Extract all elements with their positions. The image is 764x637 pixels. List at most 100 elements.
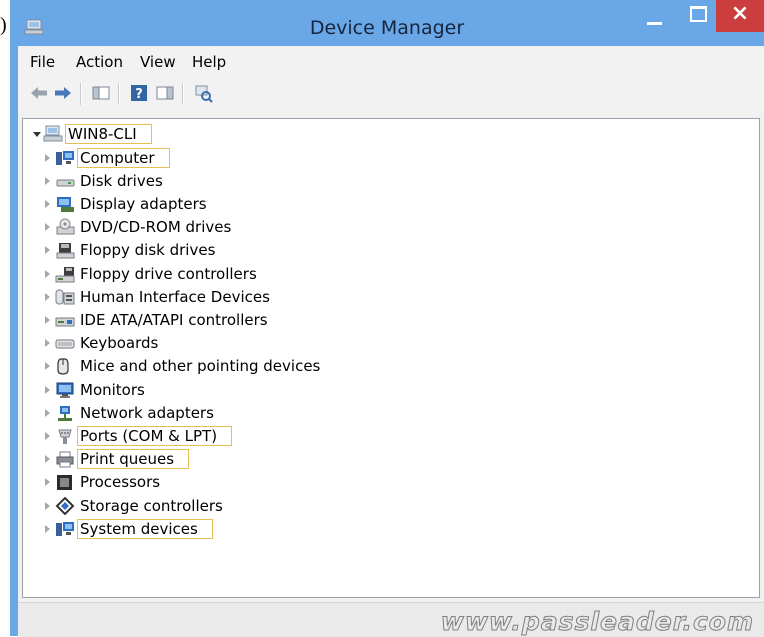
tree-item-label: Storage controllers xyxy=(80,496,223,515)
menu-help[interactable]: Help xyxy=(192,53,226,71)
tree-root-label: WIN8-CLI xyxy=(65,124,152,144)
storage-controller-icon xyxy=(55,496,75,515)
port-icon xyxy=(55,427,75,445)
printer-icon xyxy=(55,450,75,468)
tree-item-label: Disk drives xyxy=(80,171,163,190)
watermark: www.passleader.com xyxy=(440,607,754,637)
toolbar-separator xyxy=(80,83,82,105)
back-arrow-icon[interactable] xyxy=(28,82,50,104)
minimize-icon xyxy=(647,22,662,25)
tree-item-label: Computer xyxy=(77,147,170,168)
system-devices-icon xyxy=(55,520,75,538)
tree-item[interactable]: DVD/CD-ROM drives xyxy=(45,216,375,238)
collapse-arrow-icon[interactable] xyxy=(33,132,41,137)
tree-item-label: Keyboards xyxy=(80,334,159,353)
expand-arrow-icon[interactable] xyxy=(45,292,50,301)
close-icon: × xyxy=(730,1,750,26)
tree-item[interactable]: Keyboards xyxy=(45,332,375,354)
expand-arrow-icon[interactable] xyxy=(45,524,50,533)
tree-item[interactable]: System devices xyxy=(45,518,375,540)
hid-icon xyxy=(55,288,75,306)
tree-item[interactable]: Floppy disk drives xyxy=(45,239,375,261)
menu-action[interactable]: Action xyxy=(76,53,123,71)
show-hide-console-tree-icon[interactable] xyxy=(90,82,112,104)
monitor-icon xyxy=(55,381,75,399)
tree-item-label: IDE ATA/ATAPI controllers xyxy=(80,310,268,329)
expand-arrow-icon[interactable] xyxy=(45,246,50,255)
tree-item[interactable]: Disk drives xyxy=(45,170,375,192)
tree-item-label: System devices xyxy=(77,518,213,539)
expand-arrow-icon[interactable] xyxy=(45,385,50,394)
tree-item-label: Network adapters xyxy=(80,403,214,422)
tree-root[interactable]: WIN8-CLI xyxy=(33,123,233,145)
ide-controller-icon xyxy=(55,311,75,329)
tree-item[interactable]: Display adapters xyxy=(45,193,375,215)
tree-item-label: Print queues xyxy=(77,449,190,470)
help-icon[interactable]: ? xyxy=(128,82,150,104)
maximize-button[interactable] xyxy=(682,0,714,32)
tree-item-label: Monitors xyxy=(80,380,145,399)
tree-item[interactable]: Floppy drive controllers xyxy=(45,263,375,285)
expand-arrow-icon[interactable] xyxy=(45,223,50,232)
disk-drive-icon xyxy=(55,172,75,190)
tree-item[interactable]: Processors xyxy=(45,471,375,493)
expand-arrow-icon[interactable] xyxy=(45,199,50,208)
device-manager-window: Device Manager × File Action View Help ? xyxy=(10,0,764,637)
tree-item[interactable]: Mice and other pointing devices xyxy=(45,355,375,377)
scan-hardware-changes-icon[interactable] xyxy=(192,82,214,104)
tree-item[interactable]: Network adapters xyxy=(45,402,375,424)
menu-file[interactable]: File xyxy=(30,53,55,71)
expand-arrow-icon[interactable] xyxy=(45,501,50,510)
expand-arrow-icon[interactable] xyxy=(45,176,50,185)
tree-item-label: Processors xyxy=(80,473,161,492)
expand-arrow-icon[interactable] xyxy=(45,315,50,324)
display-adapter-icon xyxy=(55,195,75,213)
tree-item[interactable]: Monitors xyxy=(45,379,375,401)
tree-item[interactable]: Storage controllers xyxy=(45,495,375,517)
forward-arrow-icon[interactable] xyxy=(52,82,74,104)
expand-arrow-icon[interactable] xyxy=(45,408,50,417)
tree-item[interactable]: IDE ATA/ATAPI controllers xyxy=(45,309,375,331)
tree-item-label: Display adapters xyxy=(80,194,207,213)
expand-arrow-icon[interactable] xyxy=(45,478,50,487)
show-hide-action-pane-icon[interactable] xyxy=(154,82,176,104)
dvd-drive-icon xyxy=(55,218,75,236)
floppy-controller-icon xyxy=(55,265,75,283)
menu-view[interactable]: View xyxy=(140,53,176,71)
client-area: File Action View Help ? WIN8-CLI Compute… xyxy=(18,46,764,637)
keyboard-icon xyxy=(55,334,75,352)
mouse-icon xyxy=(55,357,75,375)
menu-bar: File Action View Help xyxy=(18,46,764,76)
expand-arrow-icon[interactable] xyxy=(45,431,50,440)
tree-item[interactable]: Ports (COM & LPT) xyxy=(45,425,375,447)
toolbar: ? xyxy=(18,78,764,114)
tree-item[interactable]: Print queues xyxy=(45,448,375,470)
toolbar-separator xyxy=(182,83,184,105)
tree-item[interactable]: Human Interface Devices xyxy=(45,286,375,308)
expand-arrow-icon[interactable] xyxy=(45,153,50,162)
expand-arrow-icon[interactable] xyxy=(45,362,50,371)
computer-icon xyxy=(55,149,75,167)
computer-root-icon xyxy=(43,125,63,143)
processor-icon xyxy=(55,473,75,491)
minimize-button[interactable] xyxy=(630,0,680,32)
tree-item-label: Mice and other pointing devices xyxy=(80,357,321,376)
tree-item-label: Ports (COM & LPT) xyxy=(77,425,233,446)
tree-item-label: DVD/CD-ROM drives xyxy=(80,218,232,237)
toolbar-separator xyxy=(118,83,120,105)
network-adapter-icon xyxy=(55,404,75,422)
close-button[interactable]: × xyxy=(716,0,764,32)
tree-item-label: Floppy drive controllers xyxy=(80,264,257,283)
expand-arrow-icon[interactable] xyxy=(45,339,50,348)
expand-arrow-icon[interactable] xyxy=(45,269,50,278)
tree-item-label: Human Interface Devices xyxy=(80,287,270,306)
title-bar[interactable]: Device Manager × xyxy=(10,0,764,46)
tree-item[interactable]: Computer xyxy=(45,147,375,169)
floppy-disk-icon xyxy=(55,241,75,259)
expand-arrow-icon[interactable] xyxy=(45,455,50,464)
device-tree: WIN8-CLI Computer Disk drives Display adap… xyxy=(22,118,760,598)
svg-text:?: ? xyxy=(135,87,143,102)
tree-item-label: Floppy disk drives xyxy=(80,241,216,260)
maximize-icon xyxy=(690,6,707,22)
status-bar: www.passleader.com xyxy=(18,602,764,637)
